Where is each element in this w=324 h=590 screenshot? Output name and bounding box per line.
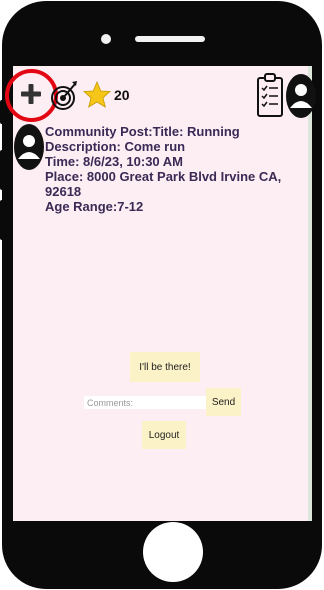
clipboard-icon[interactable] [256,72,284,118]
community-post: Community Post:Title: Running Descriptio… [45,124,295,214]
post-time: Time: 8/6/23, 10:30 AM [45,154,184,169]
comment-input[interactable] [84,396,208,409]
front-camera [101,34,111,44]
screen-edge-strip [308,66,312,521]
side-button-left-top [0,100,6,124]
earpiece-speaker [135,36,205,42]
user-avatar-icon[interactable] [286,74,316,118]
points-count: 20 [114,87,130,103]
post-age-range: Age Range:7-12 [45,199,144,214]
star-icon [83,81,111,108]
send-button[interactable]: Send [206,388,241,416]
plus-icon[interactable] [20,83,42,105]
side-button-left-middle [0,150,6,190]
post-author-avatar-icon [14,124,44,170]
attend-button[interactable]: I'll be there! [130,352,200,382]
post-description: Description: Come run [45,139,186,154]
post-title: Community Post:Title: Running [45,124,240,139]
home-button[interactable] [143,522,203,582]
post-place: Place: 8000 Great Park Blvd Irvine CA, 9… [45,169,282,199]
logout-button[interactable]: Logout [142,421,186,449]
target-icon[interactable] [50,78,78,114]
side-button-left-bottom [0,200,6,240]
